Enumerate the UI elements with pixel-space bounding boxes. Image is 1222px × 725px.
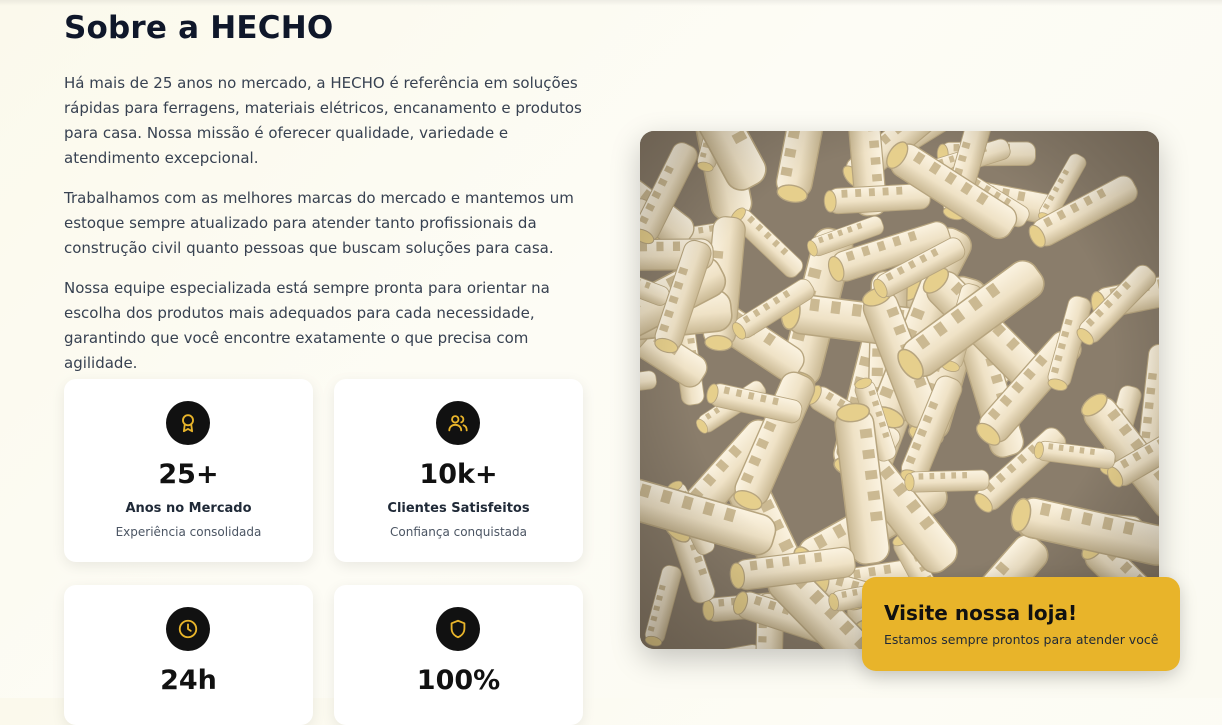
stat-label: Anos no Mercado xyxy=(125,501,252,516)
about-paragraph-1: Há mais de 25 anos no mercado, a HECHO é… xyxy=(64,74,582,167)
cta-subtitle: Estamos sempre prontos para atender você xyxy=(884,632,1159,647)
stat-card-clients: 10k+ Clientes Satisfeitos Confiança conq… xyxy=(334,379,583,562)
visit-store-banner[interactable]: Visite nossa loja! Estamos sempre pronto… xyxy=(862,577,1180,671)
stat-value: 10k+ xyxy=(419,459,498,490)
cta-title: Visite nossa loja! xyxy=(884,601,1078,625)
clock-icon xyxy=(166,607,210,651)
stat-value: 24h xyxy=(160,665,217,696)
stat-card-years: 25+ Anos no Mercado Experiência consolid… xyxy=(64,379,313,562)
stat-subtitle: Experiência consolidada xyxy=(115,525,262,539)
about-paragraph-2: Trabalhamos com as melhores marcas do me… xyxy=(64,189,574,257)
section-title: Sobre a HECHO xyxy=(64,10,334,46)
about-paragraph-3: Nossa equipe especializada está sempre p… xyxy=(64,279,550,372)
award-icon xyxy=(166,401,210,445)
shield-icon xyxy=(436,607,480,651)
stat-value: 25+ xyxy=(158,459,219,490)
stat-value: 100% xyxy=(416,665,501,696)
stat-card-support: 24h xyxy=(64,585,313,725)
wall-plugs-photo xyxy=(640,131,1159,649)
stat-label: Clientes Satisfeitos xyxy=(387,501,530,516)
users-icon xyxy=(436,401,480,445)
header-shadow xyxy=(0,0,1222,6)
stat-card-guarantee: 100% xyxy=(334,585,583,725)
stat-subtitle: Confiança conquistada xyxy=(390,525,527,539)
